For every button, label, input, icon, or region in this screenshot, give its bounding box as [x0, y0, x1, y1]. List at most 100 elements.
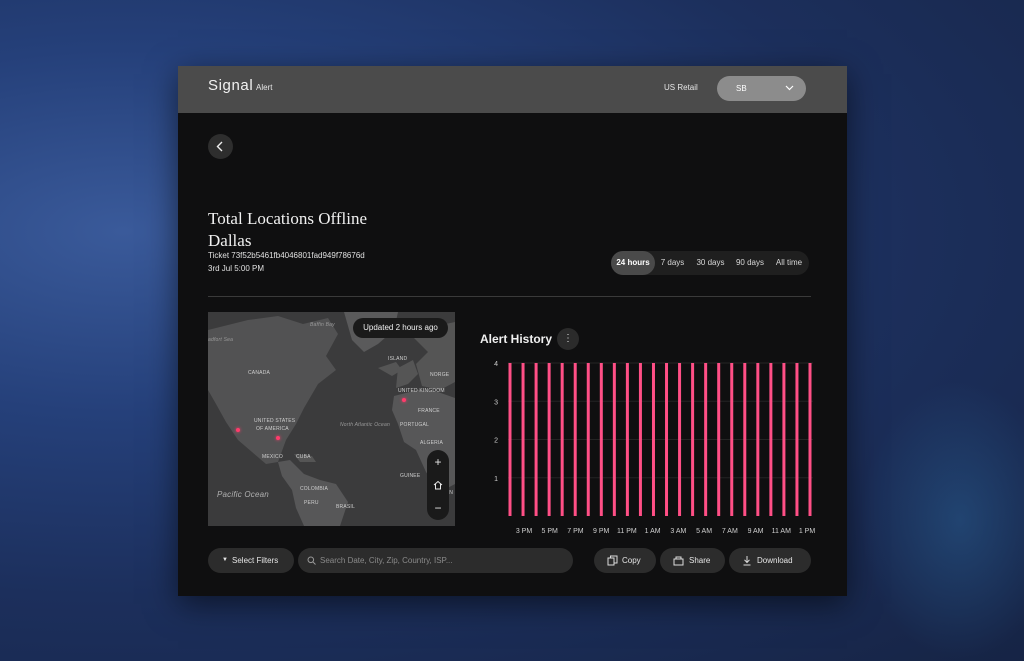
chart-bar[interactable]: [795, 363, 799, 516]
map-label-labrador: adfort Sea: [208, 337, 234, 343]
chart-bar[interactable]: [782, 363, 786, 516]
range-90-days[interactable]: 90 days: [731, 251, 769, 275]
account-select[interactable]: SB: [717, 76, 806, 101]
location-pin[interactable]: [402, 398, 406, 402]
chart-title: Alert History: [480, 332, 553, 346]
map-home-button[interactable]: [427, 475, 449, 495]
map-label-island: ISLAND: [388, 356, 408, 362]
x-tick-label: 3 AM: [670, 528, 686, 535]
download-button[interactable]: Download: [729, 548, 811, 573]
chart-bar[interactable]: [534, 363, 538, 516]
top-bar: Signal Alert US Retail SB: [178, 66, 847, 113]
x-tick-label: 5 AM: [696, 528, 712, 535]
x-tick-label: 1 AM: [645, 528, 661, 535]
zoom-out-button[interactable]: −: [427, 498, 449, 518]
download-icon: [743, 556, 751, 566]
range-all-time[interactable]: All time: [769, 251, 809, 275]
copy-button[interactable]: Copy: [594, 548, 656, 573]
share-label: Share: [689, 556, 711, 565]
range-24-hours[interactable]: 24 hours: [611, 251, 655, 275]
chart-bar[interactable]: [508, 363, 512, 516]
chart-bar[interactable]: [704, 363, 708, 516]
location-pin[interactable]: [236, 428, 240, 432]
chart-bar[interactable]: [678, 363, 682, 516]
divider: [208, 296, 811, 297]
map-label-cuba: CUBA: [296, 454, 311, 460]
x-tick-label: 9 AM: [748, 528, 764, 535]
caret-down-icon: ▼: [222, 557, 228, 563]
x-tick-label: 9 PM: [593, 528, 610, 535]
alert-history-chart: 1 2 3 4 3 PM 5 PM 7 PM 9 PM 11 PM 1 AM 3 AM 5 AM 7 …: [494, 361, 816, 535]
y-tick-label: 2: [494, 438, 498, 445]
range-30-days[interactable]: 30 days: [690, 251, 731, 275]
chart-bar[interactable]: [612, 363, 616, 516]
chart-bar[interactable]: [743, 363, 747, 516]
home-icon: [433, 480, 443, 490]
chart-bar[interactable]: [625, 363, 629, 516]
chart-menu-button[interactable]: ⋮: [557, 328, 579, 350]
chart-bar[interactable]: [665, 363, 669, 516]
y-tick-label: 4: [494, 361, 498, 368]
chart-bar[interactable]: [808, 363, 812, 516]
chevron-left-icon: [216, 141, 223, 152]
app-subtitle: Alert: [256, 83, 273, 92]
account-select-value: SB: [736, 84, 747, 93]
download-label: Download: [757, 556, 793, 565]
time-range-selector: 24 hours 7 days 30 days 90 days All time: [611, 251, 809, 275]
x-tick-label: 7 PM: [567, 528, 584, 535]
share-button[interactable]: Share: [660, 548, 725, 573]
chart-bar[interactable]: [521, 363, 525, 516]
map-label-usa-2: OF AMERICA: [256, 426, 289, 432]
search-input[interactable]: [320, 548, 565, 573]
chart-bar[interactable]: [560, 363, 564, 516]
search-bar: [298, 548, 573, 573]
map-label-portugal: PORTUGAL: [400, 422, 430, 428]
chevron-down-icon: [785, 85, 794, 91]
zoom-in-button[interactable]: +: [427, 452, 449, 472]
x-tick-label: 5 PM: [542, 528, 559, 535]
map-label-uk: UNITED KINGDOM: [398, 388, 445, 394]
range-7-days[interactable]: 7 days: [655, 251, 690, 275]
map-label-algeria: ALGERIA: [420, 440, 444, 446]
title-line-1: Total Locations Offline: [208, 209, 368, 228]
map-label-canada: CANADA: [248, 370, 271, 376]
chart-bar[interactable]: [586, 363, 590, 516]
map-label-north-atlantic: North Atlantic Ocean: [340, 422, 390, 428]
chart-bar[interactable]: [573, 363, 577, 516]
back-button[interactable]: [208, 134, 233, 159]
select-filters-button[interactable]: ▼ Select Filters: [208, 548, 294, 573]
x-tick-label: 1 PM: [799, 528, 816, 535]
y-tick-label: 1: [494, 476, 498, 483]
x-tick-label: 3 PM: [516, 528, 533, 535]
map-updated-badge: Updated 2 hours ago: [353, 318, 448, 338]
ticket-id: Ticket 73f52b5461fb4046801fad949f78676d: [208, 251, 365, 260]
chart-bar[interactable]: [769, 363, 773, 516]
chart-bar[interactable]: [651, 363, 655, 516]
map-label-pacific: Pacific Ocean: [217, 490, 269, 499]
chart-bar[interactable]: [691, 363, 695, 516]
map-label-guinee: GUINEE: [400, 473, 421, 479]
map-label-baffin-bay: Baffin Bay: [310, 322, 335, 328]
app-logo: Signal: [208, 77, 254, 94]
alert-timestamp: 3rd Jul 5:00 PM: [208, 264, 265, 273]
background-glow: [860, 380, 1024, 660]
copy-icon: [607, 555, 618, 566]
chart-bar[interactable]: [599, 363, 603, 516]
x-tick-label: 11 AM: [772, 528, 791, 535]
chart-bar[interactable]: [730, 363, 734, 516]
page-title: Total Locations Offline Dallas: [208, 208, 367, 252]
location-pin[interactable]: [276, 436, 280, 440]
map-label-peru: PERU: [304, 500, 319, 506]
map-label-france: FRANCE: [418, 408, 440, 414]
region-label: US Retail: [664, 83, 698, 92]
chart-bar[interactable]: [717, 363, 721, 516]
map-label-mexico: MEXICO: [262, 454, 283, 460]
chart-bar[interactable]: [638, 363, 642, 516]
title-line-2: Dallas: [208, 231, 252, 250]
map-panel[interactable]: Baffin Bay adfort Sea CANADA ISLAND NORG…: [208, 312, 455, 526]
chart-bar[interactable]: [756, 363, 760, 516]
chart-bar[interactable]: [547, 363, 551, 516]
share-icon: [673, 556, 684, 566]
copy-label: Copy: [622, 556, 641, 565]
map-label-norge: NORGE: [430, 372, 450, 378]
